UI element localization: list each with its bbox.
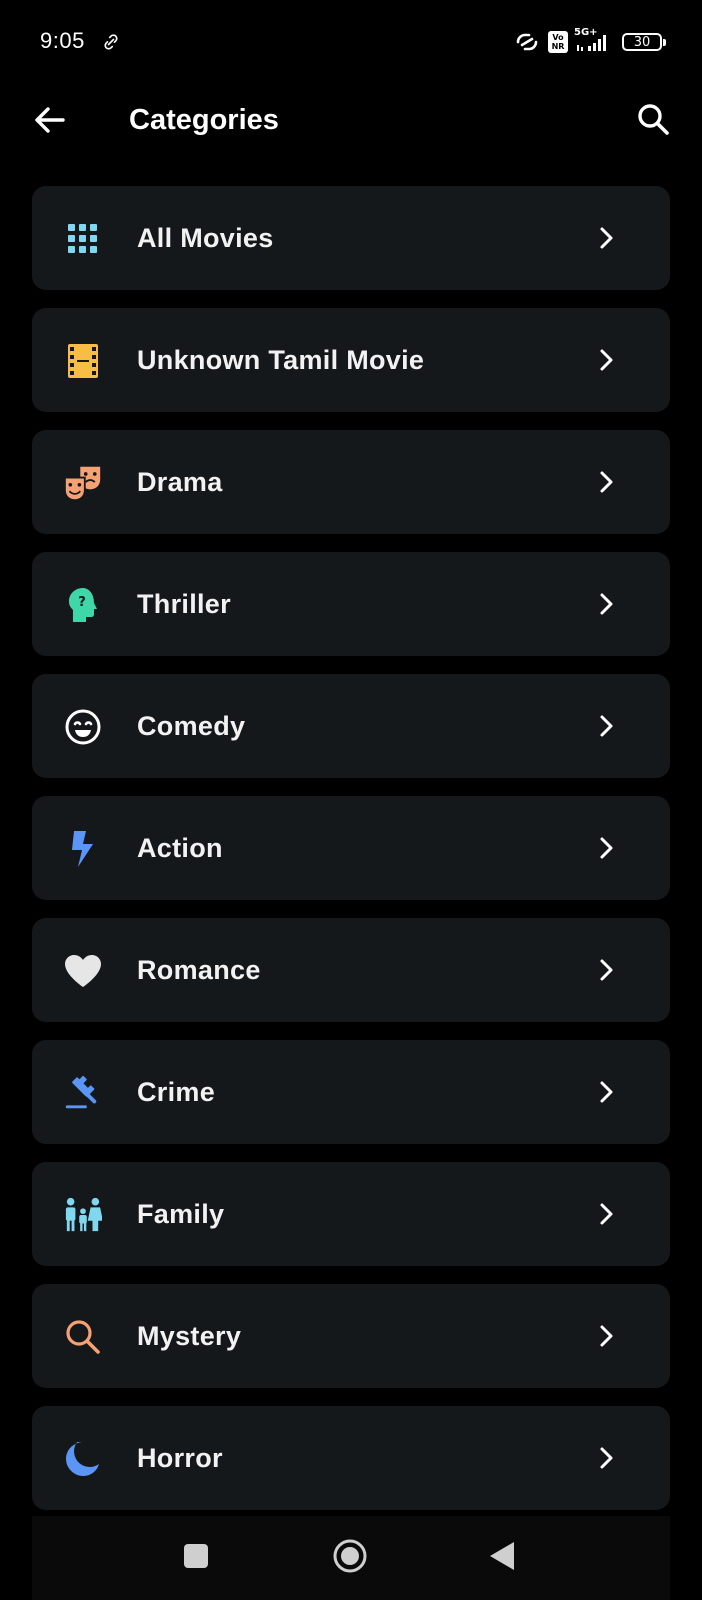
app-bar: Categories <box>0 84 702 154</box>
theater-masks-icon <box>64 464 102 502</box>
chevron-right-icon <box>600 349 613 371</box>
category-item-action[interactable]: Action <box>32 796 670 900</box>
link-icon <box>104 34 118 50</box>
category-label: Drama <box>137 467 223 497</box>
gavel-icon <box>64 1074 102 1112</box>
category-label: Comedy <box>137 711 246 741</box>
category-item-family[interactable]: Family <box>32 1162 670 1266</box>
category-label: Romance <box>137 955 261 985</box>
smiley-icon <box>64 708 102 746</box>
heart-icon <box>64 952 102 990</box>
category-label: Family <box>137 1199 225 1229</box>
category-label: All Movies <box>137 223 274 253</box>
status-icons: Vo NR 5G+ 30 <box>512 26 666 58</box>
moon-icon <box>64 1440 102 1478</box>
category-item-drama[interactable]: Drama <box>32 430 670 534</box>
category-item-comedy[interactable]: Comedy <box>32 674 670 778</box>
category-label: Thriller <box>137 589 231 619</box>
chevron-right-icon <box>600 715 613 737</box>
film-strip-icon <box>64 342 102 380</box>
head-question-icon: ? <box>64 586 102 624</box>
category-item-all-movies[interactable]: All Movies <box>32 186 670 290</box>
chevron-right-icon <box>600 1325 613 1347</box>
battery-icon: 30 <box>622 33 666 51</box>
home-circle-icon[interactable] <box>332 1538 368 1574</box>
category-label: Unknown Tamil Movie <box>137 345 425 375</box>
grid-icon <box>64 220 102 258</box>
category-list: All Movies Unknown Tamil Movie Drama ? T… <box>32 186 670 1528</box>
category-item-horror[interactable]: Horror <box>32 1406 670 1510</box>
category-label: Mystery <box>137 1321 242 1351</box>
chevron-right-icon <box>600 227 613 249</box>
category-item-thriller[interactable]: ? Thriller <box>32 552 670 656</box>
back-triangle-icon[interactable] <box>488 1540 516 1572</box>
family-icon <box>64 1196 102 1234</box>
chevron-right-icon <box>600 1203 613 1225</box>
page-title: Categories <box>129 104 279 136</box>
chevron-right-icon <box>600 837 613 859</box>
chevron-right-icon <box>600 593 613 615</box>
category-item-unknown-tamil-movie[interactable]: Unknown Tamil Movie <box>32 308 670 412</box>
magnifier-icon <box>64 1318 102 1356</box>
status-bar: 9:05 Vo NR 5G+ 30 <box>0 0 702 84</box>
category-item-mystery[interactable]: Mystery <box>32 1284 670 1388</box>
recents-square-icon[interactable] <box>184 1544 208 1568</box>
category-item-romance[interactable]: Romance <box>32 918 670 1022</box>
hotspot-link-icon <box>516 33 538 51</box>
chevron-right-icon <box>600 959 613 981</box>
back-arrow-icon[interactable] <box>30 100 70 140</box>
category-label: Action <box>137 833 223 863</box>
chevron-right-icon <box>600 471 613 493</box>
navigation-bar <box>32 1516 670 1600</box>
status-time: 9:05 <box>40 28 85 53</box>
svg-text:?: ? <box>78 595 86 610</box>
search-icon[interactable] <box>634 100 674 140</box>
lightning-icon <box>64 830 102 868</box>
volte-icon: Vo NR <box>548 31 568 53</box>
category-label: Horror <box>137 1443 223 1473</box>
category-item-crime[interactable]: Crime <box>32 1040 670 1144</box>
chevron-right-icon <box>600 1081 613 1103</box>
signal-icon: 5G+ <box>574 27 616 55</box>
chevron-right-icon <box>600 1447 613 1469</box>
category-label: Crime <box>137 1077 216 1107</box>
